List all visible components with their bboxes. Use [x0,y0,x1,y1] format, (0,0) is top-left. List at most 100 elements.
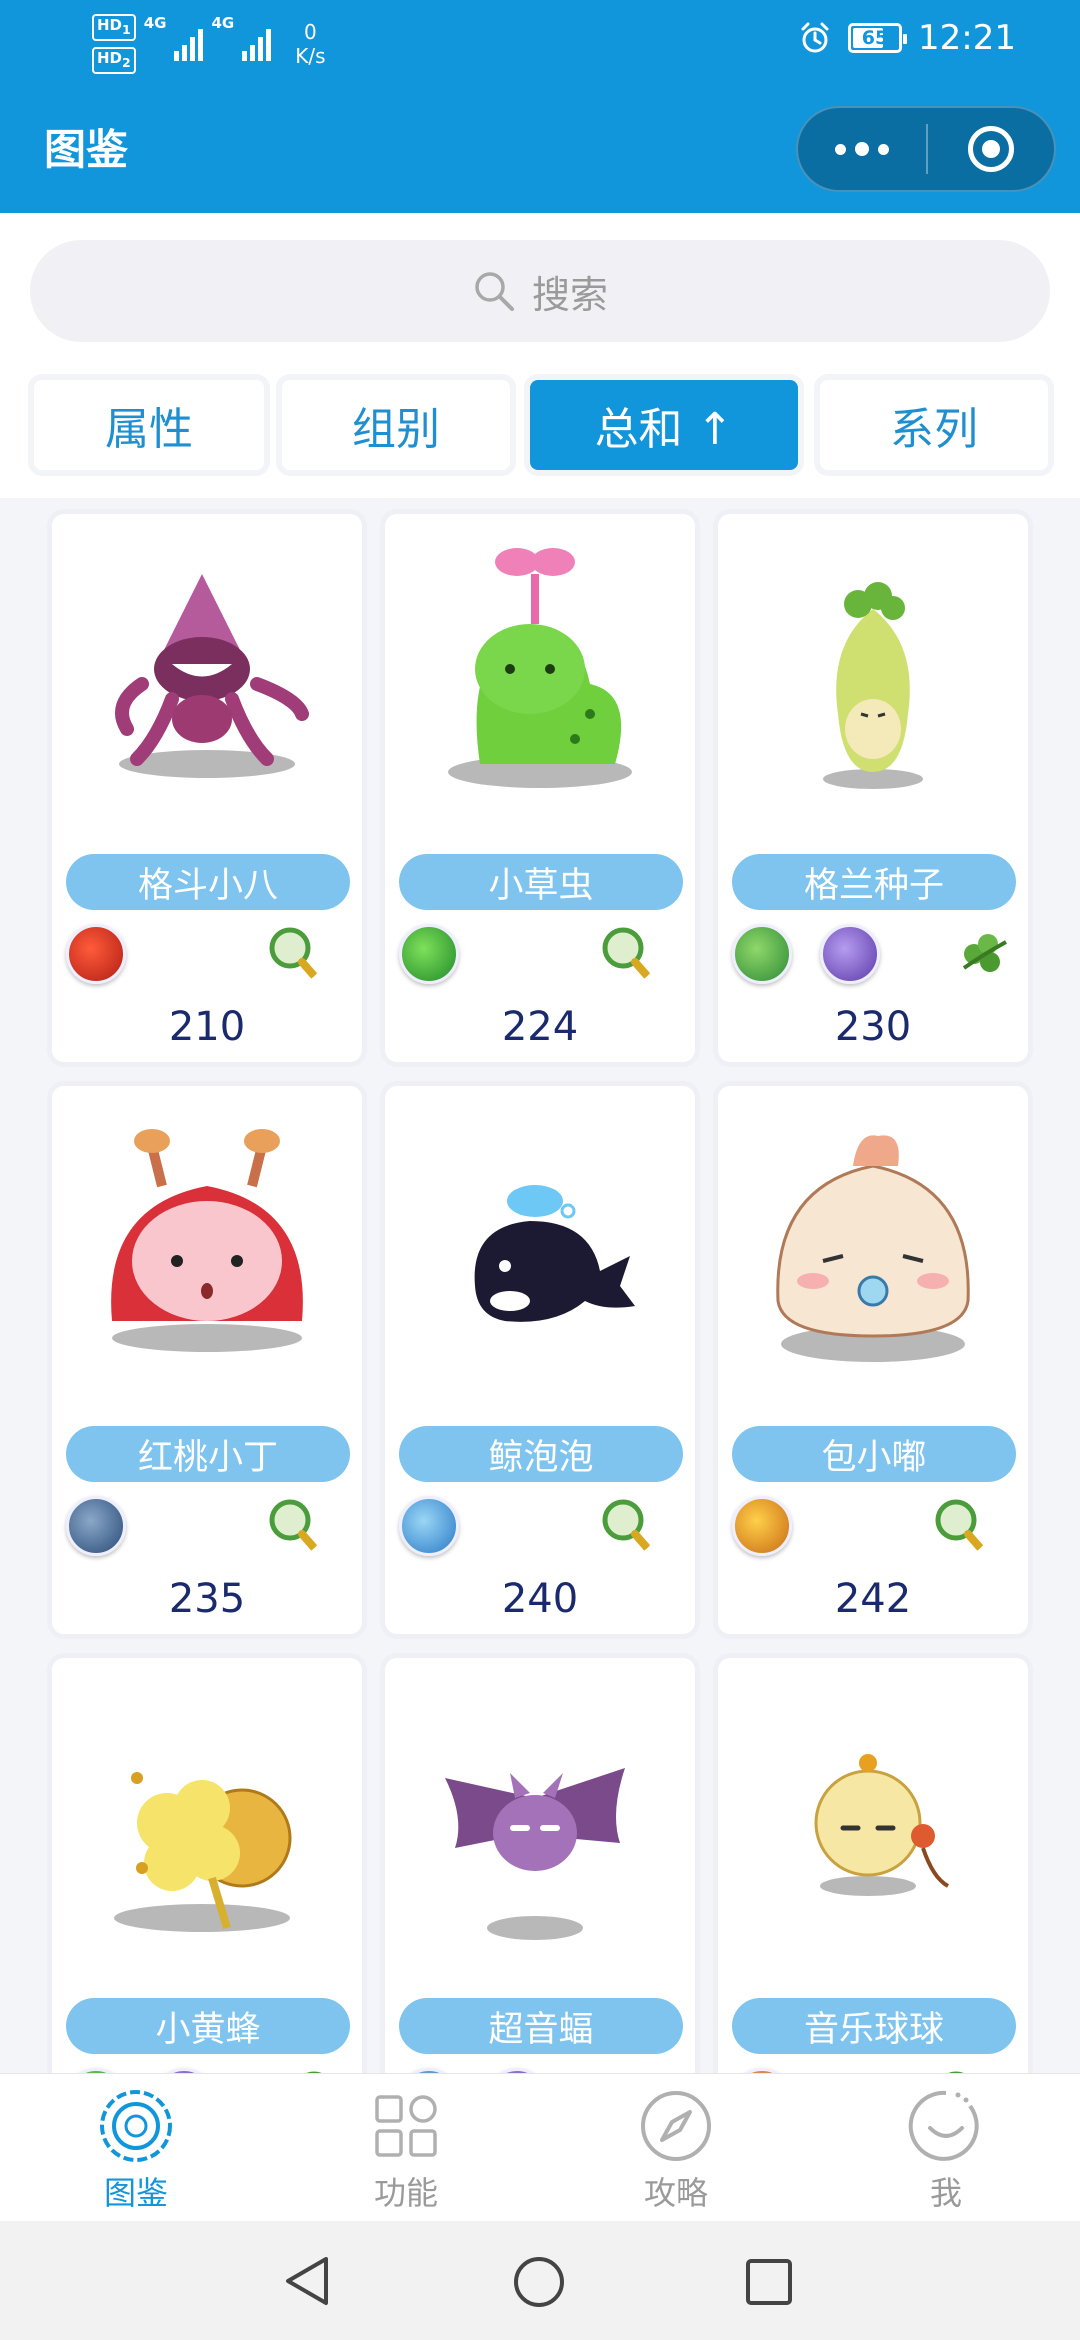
tab-label: 攻略 [643,2174,708,2212]
pet-name: 包小嘟 [732,1426,1016,1482]
hd-sub-2: 2 [122,55,131,70]
smile-profile-icon [908,2088,984,2164]
pet-tags [399,1496,683,1562]
pet-card[interactable]: 包小嘟 242 [718,1086,1028,1634]
vine-group-icon [962,934,1007,972]
pet-name: 小黄蜂 [66,1998,350,2054]
wind-attribute-icon [820,924,880,984]
water-attribute-icon [399,1496,459,1556]
home-circle-icon[interactable] [512,2255,566,2309]
pet-card[interactable]: 红桃小丁 235 [52,1086,362,1634]
pet-tags [399,924,683,990]
pet-image [445,1768,625,1940]
speed-unit: K/s [295,44,326,68]
signal-icon-1 [174,27,204,61]
grass-attribute-icon [732,924,792,984]
pet-image [111,1129,303,1352]
tab-label: 图鉴 [103,2174,168,2212]
pet-tags [66,1496,350,1562]
compass-icon [638,2088,714,2164]
top-bar: HD1 HD2 4G 4G 0 K/s 65 12:21 图鉴 [0,0,1080,213]
tab-label: 我 [929,2174,962,2212]
pet-card[interactable]: 格兰种子 230 [718,514,1028,1062]
magnifier-icon [269,927,320,982]
pet-name: 红桃小丁 [66,1426,350,1482]
search-bar[interactable]: 搜索 [30,240,1050,342]
pet-name: 格兰种子 [732,854,1016,910]
pet-total: 240 [501,1576,579,1622]
pet-total: 224 [501,1004,579,1050]
hd-text-1: HD [97,16,123,34]
battery-level: 65 [861,27,889,49]
hd-indicators: HD1 HD2 [92,14,136,74]
page-title: 图鉴 [44,125,129,174]
pet-card[interactable]: 音乐球球 [718,1658,1028,2073]
tab-guide[interactable]: 攻略 [606,2088,746,2218]
pet-image [823,582,923,789]
pet-name: 音乐球球 [732,1998,1016,2054]
tab-functions[interactable]: 功能 [336,2088,476,2218]
status-bar: HD1 HD2 4G 4G 0 K/s 65 12:21 [0,0,1080,84]
pet-card[interactable]: 小黄蜂 [52,1658,362,2073]
pet-image [814,1754,950,1896]
pet-name: 超音蝠 [399,1998,683,2054]
pet-image [115,574,309,778]
pet-image [448,548,632,788]
filter-tabs: 属性 组别 总和 ↑ 系列 [26,372,1056,478]
pet-image [474,1185,635,1322]
pet-total: 235 [168,1576,246,1622]
clock: 12:21 [918,18,1016,58]
network-speed: 0 K/s [295,20,325,68]
pet-image [776,1135,970,1362]
status-left: HD1 HD2 4G 4G 0 K/s [92,14,326,74]
filter-tab-series[interactable]: 系列 [820,380,1048,470]
close-miniprogram-button[interactable] [928,108,1054,190]
pet-grid: 格斗小八 210 小草虫 224 格兰种子 230 红桃小丁 235 鲸泡泡 2… [0,498,1080,2073]
tab-me[interactable]: 我 [876,2088,1016,2218]
magnifier-icon [602,1499,653,1554]
pet-total: 210 [168,1004,246,1050]
magnifier-icon [935,1499,986,1554]
more-dots-icon[interactable] [798,108,926,190]
pet-card[interactable]: 格斗小八 210 [52,514,362,1062]
recents-square-icon[interactable] [744,2257,794,2307]
signal-icon-2 [242,27,272,61]
pet-card[interactable]: 小草虫 224 [385,514,695,1062]
pet-card[interactable]: 超音蝠 [385,1658,695,2073]
flower-badge-icon [98,2088,174,2164]
back-triangle-icon[interactable] [282,2255,332,2307]
network-type-2: 4G [211,14,235,32]
pet-name: 格斗小八 [66,854,350,910]
magnifier-icon [602,927,653,982]
pet-image [114,1772,292,1932]
tab-atlas[interactable]: 图鉴 [66,2088,206,2218]
filter-tab-attribute[interactable]: 属性 [34,380,264,470]
alarm-icon [801,22,829,53]
pet-tags [66,924,350,990]
fire-attribute-icon [66,924,126,984]
hd-text-2: HD [97,49,123,67]
hd-badge-1: HD1 [92,14,136,41]
bottom-tab-bar: 图鉴 功能 攻略 我 [0,2073,1080,2221]
filter-tab-group[interactable]: 组别 [282,380,510,470]
pet-card[interactable]: 鲸泡泡 240 [385,1086,695,1634]
star-attribute-icon [732,1496,792,1556]
pet-tags [732,1496,1016,1562]
filter-tab-total-sort[interactable]: 总和 ↑ [530,380,798,470]
pet-total: 242 [834,1576,912,1622]
hd-badge-2: HD2 [92,47,136,74]
hd-sub-1: 1 [122,22,131,37]
grid-apps-icon [368,2088,444,2164]
pet-total: 230 [834,1004,912,1050]
magnifier-icon [269,1499,320,1554]
search-icon [475,272,514,311]
network-type-1: 4G [143,14,167,32]
pet-name: 小草虫 [399,854,683,910]
tab-label: 功能 [373,2174,438,2212]
miniprogram-capsule [796,106,1056,192]
pet-tags [732,924,1016,990]
status-right: 65 12:21 [798,18,1016,58]
system-nav-bar [0,2221,1080,2340]
search-placeholder: 搜索 [531,272,608,317]
bug-attribute-icon [399,924,459,984]
